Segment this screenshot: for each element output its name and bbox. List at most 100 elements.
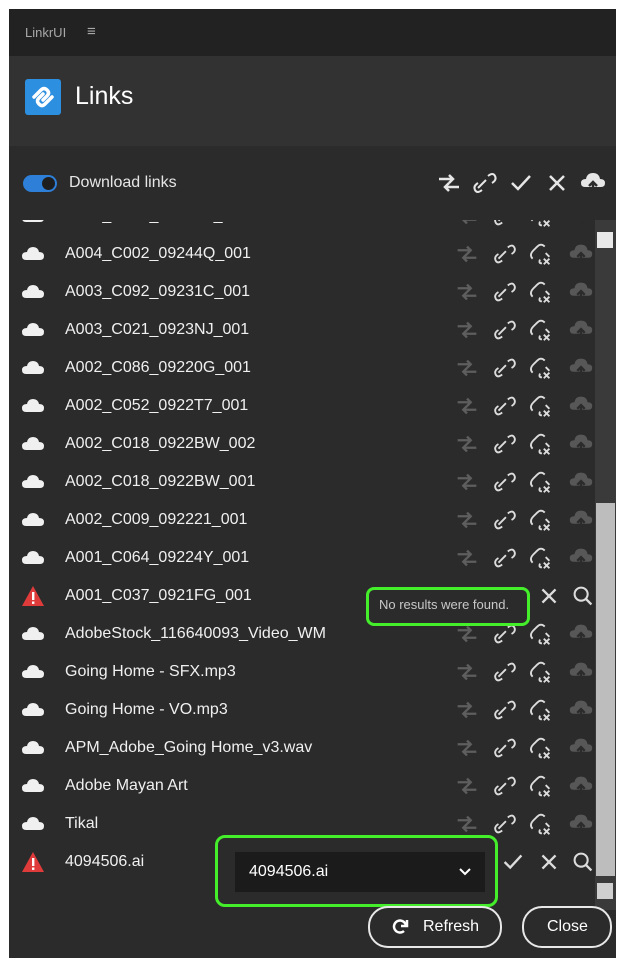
relink-arrows-icon[interactable]: [453, 354, 481, 382]
search-icon[interactable]: [569, 848, 597, 876]
scroll-down-button[interactable]: [597, 883, 613, 899]
relink-arrows-icon[interactable]: [453, 772, 481, 800]
link-icon[interactable]: [491, 658, 519, 686]
relink-arrows-icon[interactable]: [453, 316, 481, 344]
cloud-upload-icon[interactable]: [578, 168, 608, 198]
close-label: Close: [547, 918, 588, 935]
list-item[interactable]: Adobe Mayan Art: [9, 767, 594, 805]
cloud-upload-icon[interactable]: [567, 354, 595, 382]
link-icon[interactable]: [470, 168, 500, 198]
link-icon[interactable]: [491, 544, 519, 572]
relink-arrows-icon[interactable]: [453, 544, 481, 572]
unlink-icon[interactable]: [527, 544, 555, 572]
list-item[interactable]: A003_C092_09231C_001: [9, 273, 594, 311]
unlink-icon[interactable]: [527, 810, 555, 838]
list-item[interactable]: Going Home - SFX.mp3: [9, 653, 594, 691]
relink-arrows-icon[interactable]: [453, 468, 481, 496]
relink-arrows-icon[interactable]: [453, 278, 481, 306]
list-item[interactable]: Going Home - VO.mp3: [9, 691, 594, 729]
cloud-upload-icon[interactable]: [567, 734, 595, 762]
unlink-icon[interactable]: [527, 392, 555, 420]
refresh-button[interactable]: Refresh: [368, 906, 502, 948]
match-select[interactable]: 4094506.ai: [235, 852, 485, 892]
relink-arrows-icon[interactable]: [453, 506, 481, 534]
list-item[interactable]: A004_C002_09244Q_001: [9, 235, 594, 273]
relink-arrows-icon[interactable]: [453, 240, 481, 268]
cloud-upload-icon[interactable]: [567, 240, 595, 268]
cloud-upload-icon[interactable]: [567, 430, 595, 458]
link-icon[interactable]: [491, 278, 519, 306]
close-icon[interactable]: [542, 168, 572, 198]
list-item[interactable]: A002_C052_0922T7_001: [9, 387, 594, 425]
check-icon[interactable]: [499, 848, 527, 876]
item-actions: [453, 220, 593, 230]
unlink-icon[interactable]: [527, 468, 555, 496]
unlink-icon[interactable]: [527, 772, 555, 800]
cloud-upload-icon[interactable]: [567, 468, 595, 496]
unlink-icon[interactable]: [527, 734, 555, 762]
list-item[interactable]: A003_C021_0923NJ_001: [9, 311, 594, 349]
unlink-icon[interactable]: [527, 506, 555, 534]
hamburger-icon[interactable]: ≡: [87, 23, 96, 40]
unlink-icon[interactable]: [527, 620, 555, 648]
cloud-upload-icon[interactable]: [567, 278, 595, 306]
link-icon[interactable]: [491, 506, 519, 534]
unlink-icon[interactable]: [527, 354, 555, 382]
cloud-upload-icon[interactable]: [567, 544, 595, 572]
link-icon[interactable]: [491, 430, 519, 458]
list-item[interactable]: A002_C018_0922BW_001: [9, 463, 594, 501]
unlink-icon[interactable]: [527, 430, 555, 458]
link-icon[interactable]: [491, 696, 519, 724]
close-icon[interactable]: [535, 582, 563, 610]
link-icon[interactable]: [491, 354, 519, 382]
download-links-toggle[interactable]: [23, 175, 57, 192]
link-icon[interactable]: [491, 734, 519, 762]
list-item[interactable]: A001_C064_09224Y_001: [9, 539, 594, 577]
scroll-up-button[interactable]: [597, 232, 613, 248]
cloud-upload-icon[interactable]: [567, 696, 595, 724]
relink-arrows-icon[interactable]: [453, 220, 481, 230]
unlink-icon[interactable]: [527, 658, 555, 686]
link-icon[interactable]: [491, 468, 519, 496]
close-button[interactable]: Close: [522, 906, 612, 948]
relink-arrows-icon[interactable]: [434, 168, 464, 198]
unlink-icon[interactable]: [527, 278, 555, 306]
list-item[interactable]: APM_Adobe_Going Home_v3.wav: [9, 729, 594, 767]
close-icon[interactable]: [535, 848, 563, 876]
relink-arrows-icon[interactable]: [453, 392, 481, 420]
cloud-upload-icon[interactable]: [567, 392, 595, 420]
cloud-upload-icon[interactable]: [567, 620, 595, 648]
link-icon[interactable]: [491, 810, 519, 838]
unlink-icon[interactable]: [527, 220, 555, 230]
relink-arrows-icon[interactable]: [453, 810, 481, 838]
link-icon[interactable]: [491, 240, 519, 268]
unlink-icon[interactable]: [527, 696, 555, 724]
cloud-upload-icon[interactable]: [567, 772, 595, 800]
relink-arrows-icon[interactable]: [453, 430, 481, 458]
relink-arrows-icon[interactable]: [453, 696, 481, 724]
list-item[interactable]: A002_C018_0922BW_002: [9, 425, 594, 463]
cloud-upload-icon[interactable]: [567, 658, 595, 686]
unlink-icon[interactable]: [527, 316, 555, 344]
cloud-upload-icon[interactable]: [567, 506, 595, 534]
list-item[interactable]: A002_C009_092221_001: [9, 501, 594, 539]
item-name: A002_C018_0922BW_001: [65, 473, 256, 490]
item-actions: [453, 392, 593, 420]
list-item[interactable]: A002_C086_09220G_001: [9, 349, 594, 387]
list-scrollbar[interactable]: [595, 220, 616, 910]
cloud-upload-icon[interactable]: [567, 810, 595, 838]
cloud-upload-icon[interactable]: [567, 220, 595, 230]
check-icon[interactable]: [506, 168, 536, 198]
warning-icon: [21, 585, 45, 607]
link-icon[interactable]: [491, 220, 519, 230]
scrollbar-thumb[interactable]: [596, 503, 615, 876]
search-icon[interactable]: [569, 582, 597, 610]
relink-arrows-icon[interactable]: [453, 734, 481, 762]
link-icon[interactable]: [491, 392, 519, 420]
link-icon[interactable]: [491, 772, 519, 800]
relink-arrows-icon[interactable]: [453, 658, 481, 686]
unlink-icon[interactable]: [527, 240, 555, 268]
list-item[interactable]: A004_C010_0924AL_001: [9, 220, 594, 235]
link-icon[interactable]: [491, 316, 519, 344]
cloud-upload-icon[interactable]: [567, 316, 595, 344]
